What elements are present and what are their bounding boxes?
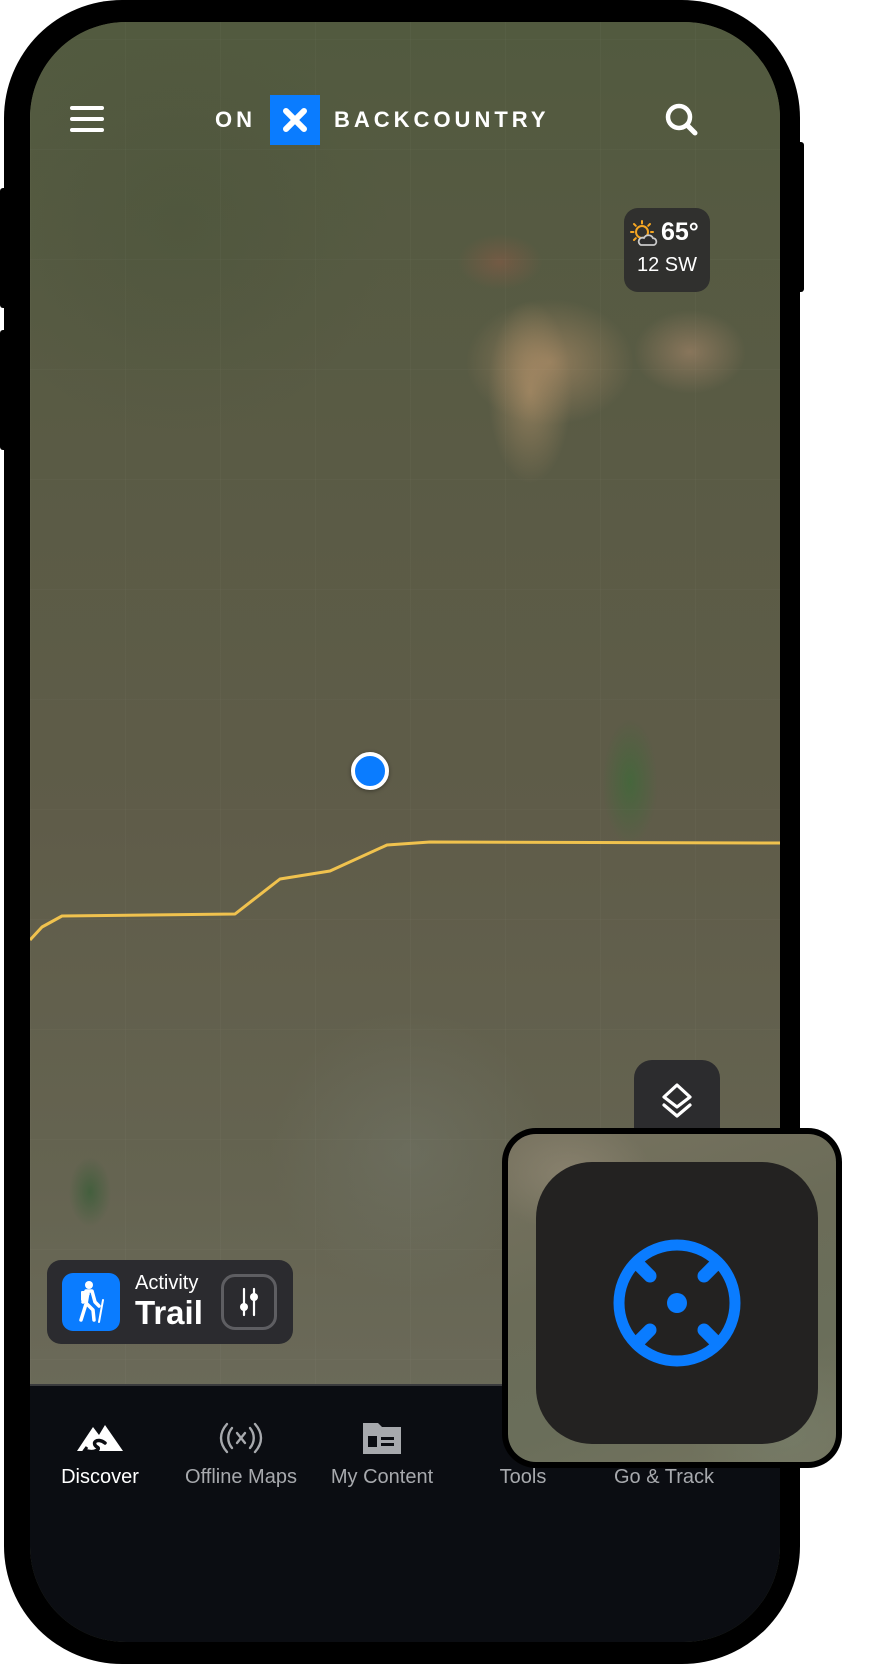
partly-sunny-icon [630,220,658,246]
activity-selector[interactable]: Activity Trail [47,1260,293,1344]
callout-map-background [508,1134,836,1462]
activity-value: Trail [135,1294,203,1331]
hiker-icon [79,1281,104,1323]
current-location-dot [351,752,389,790]
nav-label: My Content [330,1466,434,1488]
nav-label: Discover [61,1466,139,1488]
sliders-icon [240,1287,258,1317]
onx-x-icon [270,95,320,145]
hamburger-line [70,128,104,132]
hiker-icon-badge [62,1273,120,1331]
locate-button-callout [502,1128,842,1468]
brand-left-text: ON [215,107,256,132]
discover-icon [77,1425,123,1455]
nav-discover[interactable]: Discover [30,1416,170,1489]
weather-widget[interactable]: 65° 12 SW [624,208,710,292]
nav-offline-maps[interactable]: Offline Maps [171,1416,311,1489]
hamburger-line [70,117,104,121]
wind-speed: 12 SW [636,254,698,276]
menu-button[interactable] [70,106,104,136]
activity-filter-button[interactable] [221,1274,277,1330]
hamburger-menu-icon [70,106,104,110]
layers-icon [662,1083,692,1118]
recenter-location-button[interactable] [536,1162,818,1444]
my-content-icon [363,1423,401,1454]
brand-logo: ON BACKCOUNTRY [215,94,550,146]
brand-right-text: BACKCOUNTRY [334,107,550,132]
nav-my-content[interactable]: My Content [312,1416,452,1489]
activity-label: Activity [135,1272,199,1294]
offline-maps-icon [219,1422,263,1454]
recenter-location-icon [613,1239,741,1367]
nav-label: Go & Track [613,1466,715,1488]
nav-label: Tools [499,1466,547,1488]
temperature: 65° [661,218,699,246]
search-icon [665,103,698,136]
search-button[interactable] [662,100,702,140]
nav-label: Offline Maps [185,1466,297,1488]
